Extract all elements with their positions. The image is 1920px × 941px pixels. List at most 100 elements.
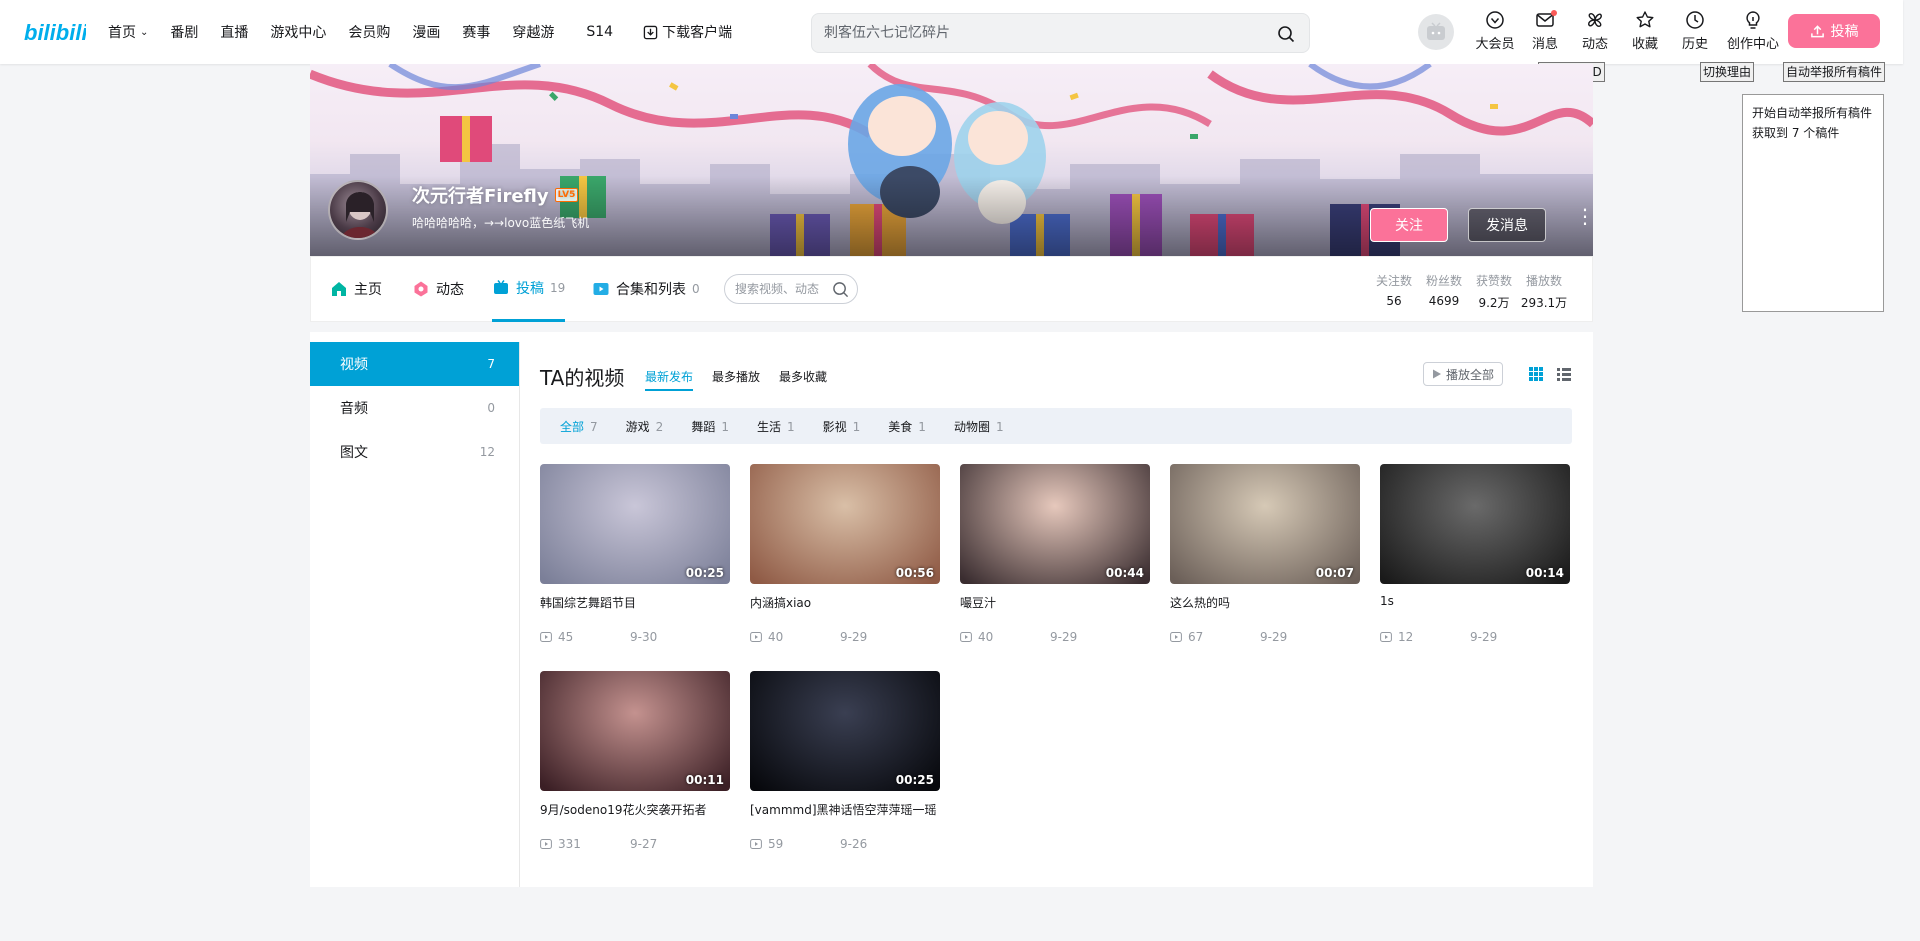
tab-collections-count: 0 — [692, 282, 700, 296]
video-meta: 40 9-29 — [750, 630, 940, 644]
sidebar-item-audio[interactable]: 音频 0 — [310, 386, 519, 430]
bulb-icon — [1746, 11, 1760, 29]
vip-button[interactable]: 大会员 — [1470, 10, 1520, 52]
video-thumbnail[interactable]: 00:25 — [750, 671, 940, 791]
user-name-text: 次元行者Firefly — [412, 186, 549, 207]
nav-match[interactable]: 赛事 — [462, 22, 490, 42]
sort-most-favorited[interactable]: 最多收藏 — [779, 368, 827, 385]
video-thumbnail[interactable]: 00:11 — [540, 671, 730, 791]
stat-plays: 播放数 293.1万 — [1519, 272, 1569, 311]
send-message-button[interactable]: 发消息 — [1468, 208, 1546, 242]
nav-mall[interactable]: 会员购 — [348, 22, 390, 42]
video-thumbnail[interactable]: 00:07 — [1170, 464, 1360, 584]
video-card[interactable]: 00:56 内涵搞xiao 40 9-29 — [750, 464, 940, 644]
nav-download[interactable]: 下载客户端 — [643, 22, 732, 42]
video-card[interactable]: 00:44 嘬豆汁 40 9-29 — [960, 464, 1150, 644]
nav-s14[interactable]: S14 — [586, 24, 613, 40]
filter-dance[interactable]: 舞蹈 1 — [691, 418, 729, 435]
stat-label: 获赞数 — [1475, 274, 1512, 288]
favorites-button[interactable]: 收藏 — [1620, 10, 1670, 52]
search-icon[interactable] — [1277, 25, 1295, 43]
sort-latest[interactable]: 最新发布 — [645, 368, 694, 391]
nav-travel-game[interactable]: 穿越游 — [512, 22, 554, 42]
upload-button[interactable]: 投稿 — [1788, 14, 1880, 48]
video-title[interactable]: 1s — [1380, 594, 1570, 626]
video-title[interactable]: [vammmd]黑神话悟空萍萍瑶一瑶 — [750, 801, 940, 833]
sidebar-item-article[interactable]: 图文 12 — [310, 430, 519, 474]
bilibili-logo[interactable]: bilibili — [24, 18, 86, 46]
filter-food[interactable]: 美食 1 — [888, 418, 926, 435]
nav-live[interactable]: 直播 — [220, 22, 248, 42]
video-play-count: 67 — [1188, 630, 1204, 644]
profile-search — [724, 274, 858, 304]
tab-dynamic[interactable]: 动态 — [412, 256, 464, 322]
search-icon[interactable] — [832, 281, 849, 298]
video-title[interactable]: 嘬豆汁 — [960, 594, 1150, 626]
nav-home[interactable]: 首页 ⌄ — [108, 22, 148, 42]
video-meta: 45 9-30 — [540, 630, 730, 644]
upload-label: 投稿 — [1830, 24, 1859, 40]
user-name: 次元行者Firefly LV5 — [412, 182, 579, 208]
stat-value: 56 — [1386, 294, 1402, 308]
filter-all[interactable]: 全部 7 — [560, 418, 598, 435]
filter-label: 舞蹈 — [691, 419, 716, 434]
tab-collections[interactable]: 合集和列表 0 — [592, 256, 700, 322]
more-options-icon[interactable]: ⋮ — [1575, 206, 1593, 238]
search-input[interactable] — [824, 22, 1264, 44]
tab-dynamic-label: 动态 — [436, 282, 464, 298]
report-log-line: 开始自动举报所有稿件 — [1752, 106, 1873, 120]
filter-game[interactable]: 游戏 2 — [626, 418, 664, 435]
tab-home[interactable]: 主页 — [330, 256, 382, 322]
sort-most-played[interactable]: 最多播放 — [712, 368, 760, 385]
video-play-count: 59 — [768, 837, 784, 851]
history-button[interactable]: 历史 — [1670, 10, 1720, 52]
auto-report-button[interactable]: 自动举报所有稿件 — [1783, 62, 1886, 82]
follow-button[interactable]: 关注 — [1370, 208, 1448, 242]
play-all-button[interactable]: 播放全部 — [1423, 362, 1503, 386]
video-card[interactable]: 00:25 韩国综艺舞蹈节目 45 9-30 — [540, 464, 730, 644]
video-title[interactable]: 这么热的吗 — [1170, 594, 1360, 626]
sidebar-item-video[interactable]: 视频 7 — [310, 342, 519, 386]
nav-manga[interactable]: 漫画 — [412, 22, 440, 42]
avatar[interactable] — [1418, 14, 1454, 50]
video-thumbnail[interactable]: 00:14 — [1380, 464, 1570, 584]
search-box — [811, 13, 1310, 53]
switch-reason-button[interactable]: 切换理由 — [1700, 62, 1755, 82]
favorites-label: 收藏 — [1631, 37, 1658, 52]
video-title[interactable]: 9月/sodeno19花火突袭开拓者 — [540, 801, 730, 833]
tab-uploads[interactable]: 投稿 19 — [492, 256, 566, 322]
play-count-icon — [750, 839, 762, 849]
grid-view-icon[interactable] — [1528, 366, 1544, 382]
video-thumbnail[interactable]: 00:44 — [960, 464, 1150, 584]
video-card[interactable]: 00:11 9月/sodeno19花火突袭开拓者 331 9-27 — [540, 671, 730, 851]
stat-following[interactable]: 关注数 56 — [1369, 272, 1419, 311]
profile-search-input[interactable] — [735, 281, 831, 297]
video-card[interactable]: 00:07 这么热的吗 67 9-29 — [1170, 464, 1360, 644]
filter-count: 1 — [786, 419, 795, 434]
video-card[interactable]: 00:14 1s 12 9-29 — [1380, 464, 1570, 644]
stat-value: 4699 — [1428, 294, 1460, 308]
play-icon — [1432, 369, 1441, 379]
filter-life[interactable]: 生活 1 — [757, 418, 795, 435]
filter-film[interactable]: 影视 1 — [823, 418, 861, 435]
dynamic-button[interactable]: 动态 — [1570, 10, 1620, 52]
filter-count: 1 — [852, 419, 861, 434]
content-type-sidebar: 视频 7 音频 0 图文 12 — [310, 342, 520, 887]
video-thumbnail[interactable]: 00:25 — [540, 464, 730, 584]
video-title[interactable]: 内涵搞xiao — [750, 594, 940, 626]
video-title[interactable]: 韩国综艺舞蹈节目 — [540, 594, 730, 626]
list-view-icon[interactable] — [1556, 366, 1572, 382]
video-thumbnail[interactable]: 00:56 — [750, 464, 940, 584]
sidebar-item-count: 0 — [487, 401, 495, 415]
video-card[interactable]: 00:25 [vammmd]黑神话悟空萍萍瑶一瑶 59 9-26 — [750, 671, 940, 851]
creator-center-button[interactable]: 创作中心 — [1720, 10, 1786, 52]
message-button[interactable]: 消息 — [1520, 10, 1570, 52]
nav-game-center[interactable]: 游戏中心 — [270, 22, 326, 42]
stat-followers[interactable]: 粉丝数 4699 — [1419, 272, 1469, 311]
stat-label: 粉丝数 — [1425, 274, 1462, 288]
video-date: 9-30 — [630, 630, 658, 644]
nav-anime[interactable]: 番剧 — [170, 22, 198, 42]
filter-animal[interactable]: 动物圈 1 — [954, 418, 1004, 435]
sidebar-item-label: 视频 — [340, 357, 368, 373]
user-avatar[interactable] — [328, 180, 388, 240]
